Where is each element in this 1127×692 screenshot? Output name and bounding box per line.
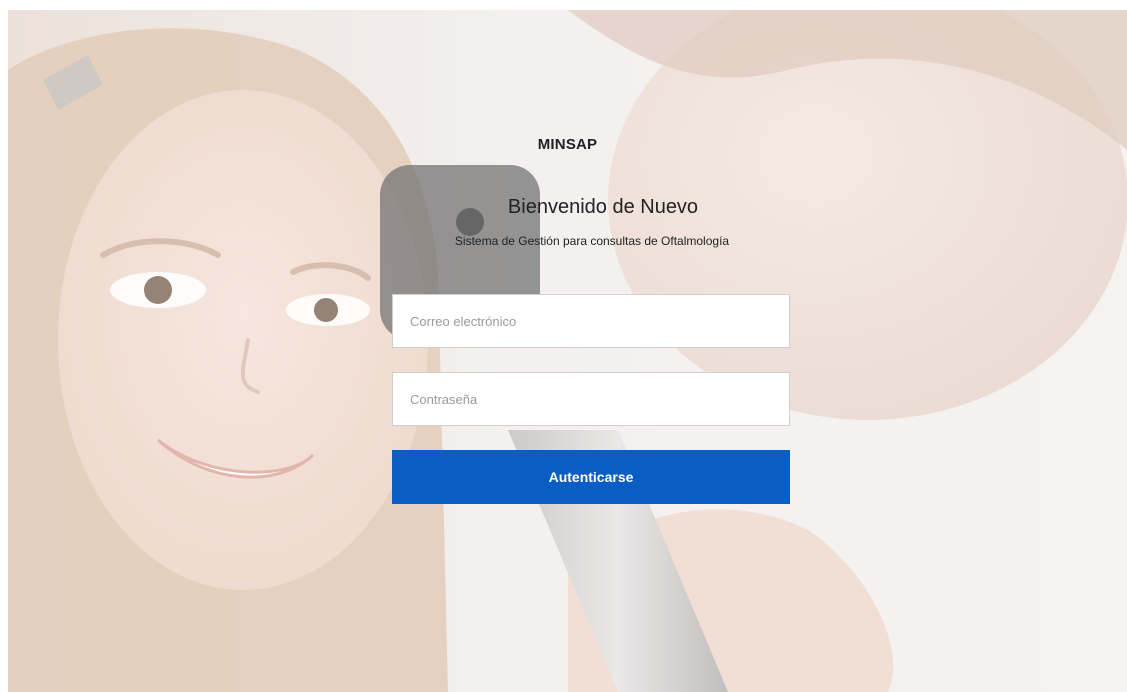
login-form: MINSAP Bienvenido de Nuevo Sistema de Ge…	[8, 10, 1127, 692]
password-input[interactable]	[392, 372, 790, 426]
login-page: MINSAP Bienvenido de Nuevo Sistema de Ge…	[8, 10, 1127, 692]
login-button[interactable]: Autenticarse	[392, 450, 790, 504]
brand-label: MINSAP	[537, 136, 598, 153]
email-input[interactable]	[392, 294, 790, 348]
system-subtitle: Sistema de Gestión para consultas de Oft…	[454, 234, 730, 248]
welcome-title: Bienvenido de Nuevo	[507, 196, 699, 218]
